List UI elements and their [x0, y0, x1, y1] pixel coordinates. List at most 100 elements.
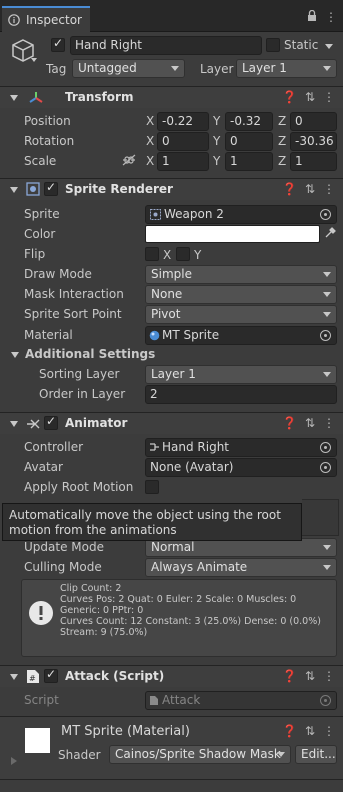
shader-label: Shader [58, 748, 101, 762]
material-thumbnail [25, 728, 50, 753]
foldout-arrow-icon[interactable] [10, 95, 18, 101]
eyedropper-icon[interactable] [324, 227, 336, 239]
sprite-renderer-header-tools: ❓ ⇅ ⋮ [282, 182, 335, 196]
edit-shader-button[interactable]: Edit... [295, 745, 337, 764]
object-picker-icon[interactable] [320, 330, 331, 341]
attack-header-tools: ❓ ⇅ ⋮ [282, 669, 335, 683]
culling-mode-dropdown[interactable]: Always Animate [145, 558, 337, 577]
help-icon[interactable]: ❓ [282, 669, 297, 683]
foldout-arrow-icon[interactable] [11, 352, 19, 358]
controller-field[interactable]: Hand Right [145, 438, 337, 457]
sprite-renderer-header[interactable]: Sprite Renderer ❓ ⇅ ⋮ [0, 178, 343, 200]
scale-y-field[interactable]: 1 [225, 152, 273, 171]
animator-header[interactable]: Animator ❓ ⇅ ⋮ [0, 412, 343, 434]
help-icon[interactable]: ❓ [282, 90, 297, 104]
scale-x-label[interactable]: X [146, 154, 154, 168]
more-menu-icon[interactable]: ⋮ [323, 90, 335, 104]
material-field[interactable]: MT Sprite [145, 326, 337, 345]
avatar-field[interactable]: None (Avatar) [145, 458, 337, 477]
rotation-x-label[interactable]: X [146, 134, 154, 148]
help-icon[interactable]: ❓ [282, 724, 297, 738]
draw-mode-dropdown[interactable]: Simple [145, 265, 337, 284]
position-x-label[interactable]: X [146, 114, 154, 128]
preset-icon[interactable]: ⇅ [305, 724, 315, 738]
update-mode-value: Normal [151, 540, 195, 554]
flip-y-checkbox[interactable] [176, 247, 190, 261]
active-checkbox[interactable] [51, 36, 65, 52]
sorting-layer-label: Sorting Layer [39, 367, 120, 381]
additional-settings-label[interactable]: Additional Settings [25, 347, 155, 361]
object-picker-icon [320, 695, 331, 706]
more-menu-icon[interactable]: ⋮ [323, 724, 335, 738]
position-z-field[interactable]: 0 [290, 112, 337, 131]
avatar-label: Avatar [24, 460, 63, 474]
tag-dropdown[interactable]: Untagged [72, 59, 185, 78]
foldout-arrow-icon[interactable] [10, 187, 18, 193]
flip-y-label: Y [194, 248, 202, 262]
preset-icon[interactable]: ⇅ [305, 416, 315, 430]
transform-header[interactable]: Transform ❓ ⇅ ⋮ [0, 86, 343, 108]
foldout-arrow-icon[interactable] [10, 421, 18, 427]
controller-value: Hand Right [162, 440, 230, 454]
scale-label: Scale [24, 154, 57, 168]
animator-info-text: Clip Count: 2 Curves Pos: 2 Quat: 0 Eule… [60, 583, 321, 638]
object-picker-icon[interactable] [320, 442, 331, 453]
icon-dropdown-arrow-icon[interactable] [31, 58, 37, 62]
scale-z-label[interactable]: Z [278, 154, 286, 168]
preset-icon[interactable]: ⇅ [305, 182, 315, 196]
help-icon[interactable]: ❓ [282, 416, 297, 430]
chevron-down-icon [323, 272, 331, 277]
material-preview-section: MT Sprite (Material) ❓ ⇅ ⋮ Shader Cainos/S… [0, 717, 343, 779]
more-menu-icon[interactable]: ⋮ [323, 669, 335, 683]
static-checkbox[interactable] [266, 38, 280, 52]
rotation-y-label[interactable]: Y [213, 134, 220, 148]
apply-root-motion-checkbox[interactable] [145, 480, 159, 494]
position-y-field[interactable]: -0.32 [225, 112, 273, 131]
scale-x-field[interactable]: 1 [157, 152, 209, 171]
sprite-asset-icon [150, 209, 161, 220]
position-z-label[interactable]: Z [278, 114, 286, 128]
object-picker-icon[interactable] [320, 209, 331, 220]
material-title: MT Sprite (Material) [61, 724, 190, 739]
gameobject-name-field[interactable]: Hand Right [70, 36, 262, 55]
attack-enabled-checkbox[interactable] [44, 667, 58, 683]
expand-preview-icon[interactable] [11, 757, 17, 765]
sprite-sort-point-dropdown[interactable]: Pivot [145, 305, 337, 324]
more-menu-icon[interactable]: ⋮ [325, 10, 337, 24]
static-dropdown-icon[interactable] [325, 44, 333, 49]
shader-dropdown[interactable]: Cainos/Sprite Shadow Mask [109, 745, 291, 764]
mask-interaction-dropdown[interactable]: None [145, 285, 337, 304]
lock-icon[interactable] [307, 10, 317, 22]
apply-root-motion-label: Apply Root Motion [24, 480, 134, 494]
color-swatch[interactable] [145, 225, 320, 243]
more-menu-icon[interactable]: ⋮ [323, 182, 335, 196]
preset-icon[interactable]: ⇅ [305, 90, 315, 104]
attack-script-header[interactable]: # Attack (Script) ❓ ⇅ ⋮ [0, 665, 343, 687]
animator-enabled-checkbox[interactable] [44, 414, 58, 430]
object-picker-icon[interactable] [320, 462, 331, 473]
rotation-z-label[interactable]: Z [278, 134, 286, 148]
sprite-field[interactable]: Weapon 2 [145, 205, 337, 224]
rotation-y-field[interactable]: 0 [225, 132, 273, 151]
info-line: Curves Count: 12 Constant: 3 (25.0%) Den… [60, 616, 321, 627]
help-icon[interactable]: ❓ [282, 182, 297, 196]
scale-y-label[interactable]: Y [213, 154, 220, 168]
position-y-label[interactable]: Y [213, 114, 220, 128]
rotation-x-field[interactable]: 0 [157, 132, 209, 151]
flip-x-checkbox[interactable] [145, 247, 159, 261]
tag-label: Tag [46, 62, 67, 76]
sprite-sort-point-value: Pivot [151, 307, 181, 321]
tab-inspector[interactable]: Inspector [2, 6, 90, 32]
culling-mode-label: Culling Mode [24, 560, 102, 574]
constrain-proportions-icon[interactable] [122, 154, 136, 166]
more-menu-icon[interactable]: ⋮ [323, 416, 335, 430]
scale-z-field[interactable]: 1 [290, 152, 337, 171]
sorting-layer-dropdown[interactable]: Layer 1 [145, 365, 337, 384]
position-x-field[interactable]: -0.22 [157, 112, 209, 131]
layer-dropdown[interactable]: Layer 1 [236, 59, 337, 78]
foldout-arrow-icon[interactable] [10, 674, 18, 680]
sprite-renderer-enabled-checkbox[interactable] [44, 180, 58, 196]
rotation-z-field[interactable]: -30.36 [290, 132, 337, 151]
order-in-layer-field[interactable]: 2 [145, 385, 337, 404]
preset-icon[interactable]: ⇅ [305, 669, 315, 683]
